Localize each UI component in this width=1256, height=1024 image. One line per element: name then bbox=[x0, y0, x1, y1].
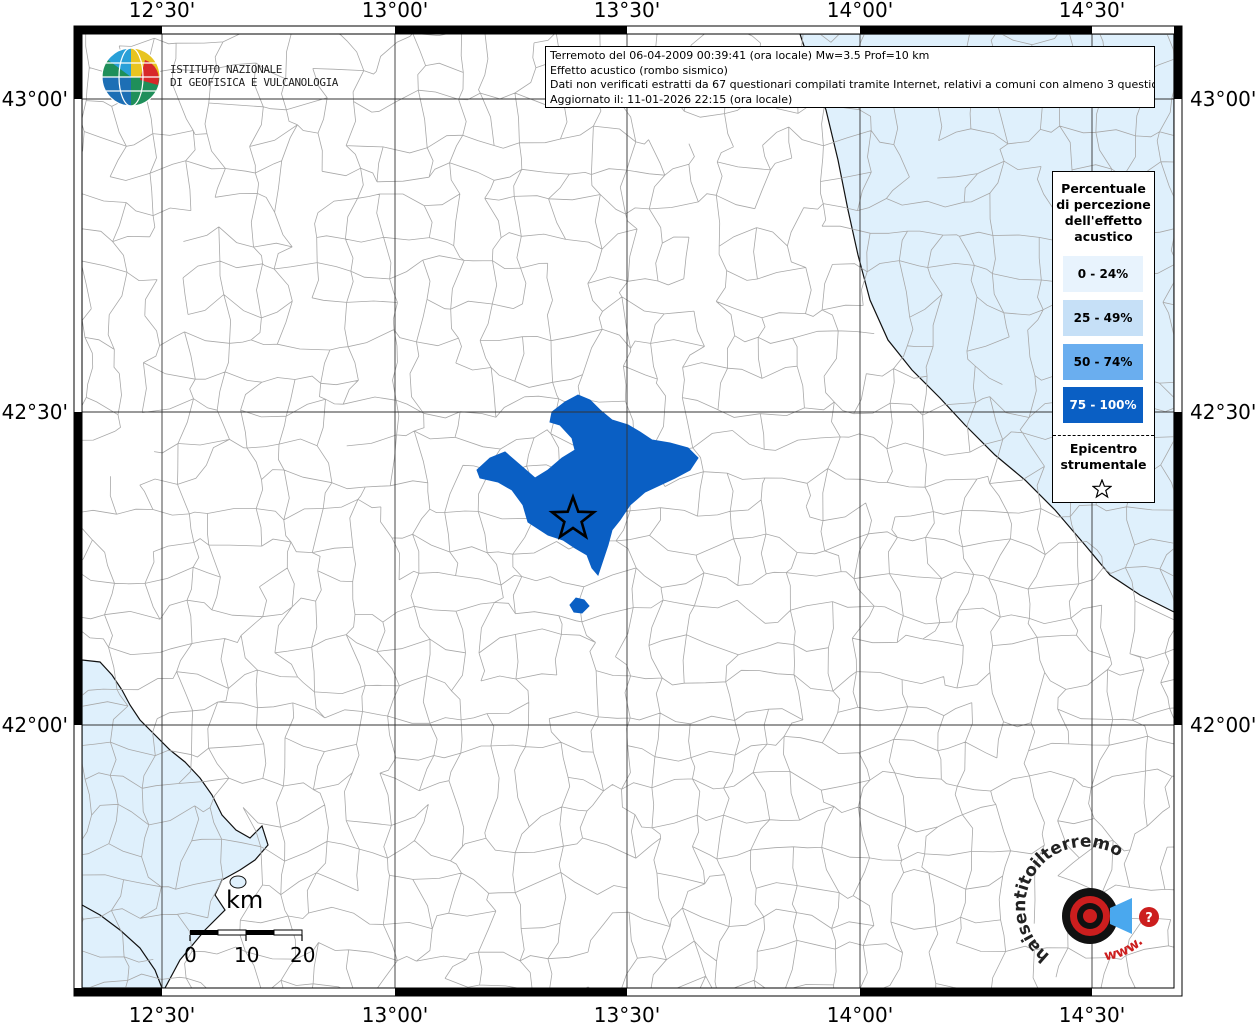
logo-line2: DI GEOFISICA E VULCANOLOGIA bbox=[170, 76, 339, 89]
scalebar-label-20: 20 bbox=[290, 943, 316, 967]
lon-label-bottom-4: 14°00' bbox=[827, 1003, 893, 1024]
event-info-box: Terremoto del 06-04-2009 00:39:41 (ora l… bbox=[545, 46, 1155, 108]
legend-title-line2: di percezione bbox=[1056, 197, 1151, 212]
lon-label-bottom-5: 14°30' bbox=[1059, 1003, 1125, 1024]
longitude-labels-bottom: 12°30' 13°00' 13°30' 14°00' 14°30' bbox=[129, 1003, 1125, 1024]
legend-star-icon bbox=[1092, 479, 1112, 499]
ingv-logo-icon bbox=[101, 47, 161, 107]
lat-label-left-2: 42°30' bbox=[2, 400, 68, 424]
lat-label-left-3: 42°00' bbox=[2, 713, 68, 737]
lon-label-bottom-3: 13°30' bbox=[594, 1003, 660, 1024]
badge-question: ? bbox=[1145, 911, 1153, 926]
legend-title-line3: dell'effetto bbox=[1064, 213, 1143, 228]
lat-label-left-1: 43°00' bbox=[2, 87, 68, 111]
legend-title-line1: Percentuale bbox=[1061, 181, 1146, 196]
scalebar-label-0: 0 bbox=[184, 943, 197, 967]
legend-class-25-49: 25 - 49% bbox=[1063, 300, 1143, 336]
event-info-line2: Effetto acustico (rombo sismico) bbox=[550, 63, 728, 77]
legend-epicenter-label: Epicentro strumentale bbox=[1053, 441, 1154, 473]
lon-label-bottom-1: 12°30' bbox=[129, 1003, 195, 1024]
legend-title-line4: acustico bbox=[1074, 229, 1133, 244]
logo-line1: ISTITUTO NAZIONALE bbox=[170, 63, 283, 76]
legend-class-50-74: 50 - 74% bbox=[1063, 344, 1143, 380]
lat-label-right-2: 42°30' bbox=[1190, 400, 1256, 424]
latitude-labels-right: 43°00' 42°30' 42°00' bbox=[1190, 87, 1256, 737]
legend-class-75-100: 75 - 100% bbox=[1063, 387, 1143, 423]
event-info-line4: Aggiornato il: 11-01-2026 22:15 (ora loc… bbox=[550, 92, 793, 106]
event-info-line1: Terremoto del 06-04-2009 00:39:41 (ora l… bbox=[550, 49, 930, 62]
event-info-line3: Dati non verificati estratti da 67 quest… bbox=[550, 78, 1155, 91]
lon-label-top-3: 13°30' bbox=[594, 0, 660, 22]
legend: Percentuale di percezione dell'effetto a… bbox=[1052, 171, 1155, 503]
legend-class-0-24: 0 - 24% bbox=[1063, 256, 1143, 292]
latitude-labels-left: 43°00' 42°30' 42°00' bbox=[2, 87, 68, 737]
lat-label-right-1: 43°00' bbox=[1190, 87, 1256, 111]
scalebar-label-10: 10 bbox=[234, 943, 260, 967]
lon-label-top-5: 14°30' bbox=[1059, 0, 1125, 22]
legend-title: Percentuale di percezione dell'effetto a… bbox=[1053, 181, 1154, 245]
legend-epicenter-line2: strumentale bbox=[1060, 457, 1147, 472]
legend-separator bbox=[1053, 435, 1154, 436]
scalebar-unit: km bbox=[226, 886, 264, 914]
map: 12°30' 13°00' 13°30' 14°00' 14°30' 12°30… bbox=[0, 0, 1256, 1024]
longitude-labels-top: 12°30' 13°00' 13°30' 14°00' 14°30' bbox=[129, 0, 1125, 22]
lon-label-top-4: 14°00' bbox=[827, 0, 893, 22]
ingv-logo-text: ISTITUTO NAZIONALE DI GEOFISICA E VULCAN… bbox=[170, 63, 338, 89]
lon-label-bottom-2: 13°00' bbox=[362, 1003, 428, 1024]
lon-label-top-2: 13°00' bbox=[362, 0, 428, 22]
lon-label-top-1: 12°30' bbox=[129, 0, 195, 22]
lat-label-right-3: 42°00' bbox=[1190, 713, 1256, 737]
legend-epicenter-line1: Epicentro bbox=[1069, 441, 1138, 456]
